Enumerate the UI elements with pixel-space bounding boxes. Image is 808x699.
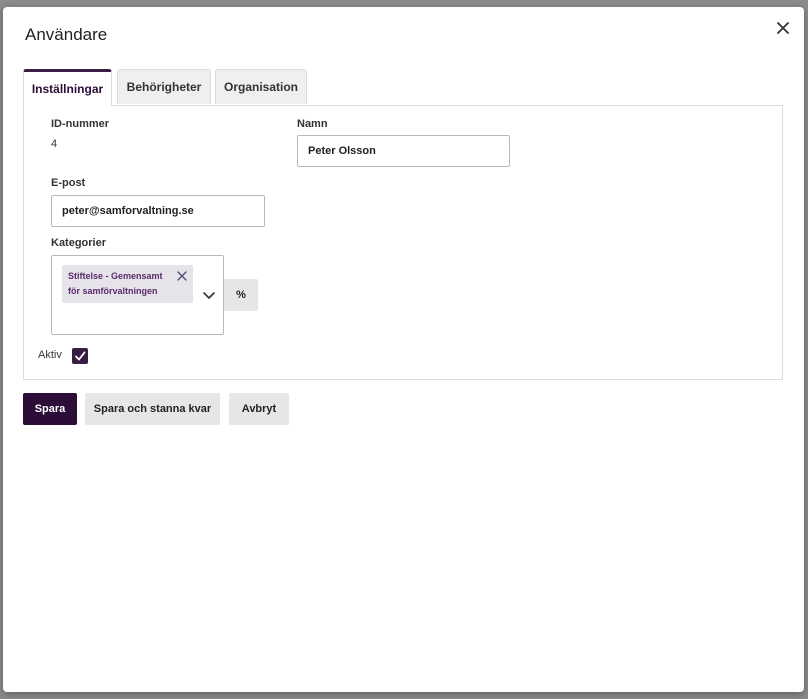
percent-button[interactable]: % <box>224 279 258 311</box>
email-input[interactable]: peter@samforvaltning.se <box>51 195 265 227</box>
chevron-down-icon <box>203 292 215 299</box>
close-button[interactable] <box>774 19 792 37</box>
category-chip-label: Stiftelse - Gemensamt för samförvaltning… <box>68 271 163 296</box>
name-label: Namn <box>297 118 328 130</box>
name-input[interactable]: Peter Olsson <box>297 135 510 167</box>
tab-behorigheter[interactable]: Behörigheter <box>117 69 211 104</box>
dropdown-toggle[interactable] <box>202 288 216 299</box>
chip-remove-button[interactable] <box>177 271 187 281</box>
save-button[interactable]: Spara <box>23 393 77 425</box>
categories-label: Kategorier <box>51 237 107 249</box>
close-icon <box>777 22 789 34</box>
user-dialog: Användare Inställningar Behörigheter Org… <box>3 7 804 692</box>
category-chip: Stiftelse - Gemensamt för samförvaltning… <box>62 265 193 303</box>
categories-select[interactable]: Stiftelse - Gemensamt för samförvaltning… <box>51 255 224 335</box>
tab-installningar[interactable]: Inställningar <box>23 69 112 106</box>
cancel-button[interactable]: Avbryt <box>229 393 289 425</box>
id-value: 4 <box>51 138 58 150</box>
tab-organisation[interactable]: Organisation <box>215 69 307 104</box>
id-label: ID-nummer <box>51 118 110 130</box>
close-icon <box>177 271 187 281</box>
active-label: Aktiv <box>38 349 62 361</box>
active-checkbox[interactable] <box>72 348 88 364</box>
check-icon <box>75 351 86 361</box>
email-label: E-post <box>51 177 86 189</box>
dialog-title: Användare <box>25 25 108 44</box>
save-and-stay-button[interactable]: Spara och stanna kvar <box>85 393 220 425</box>
